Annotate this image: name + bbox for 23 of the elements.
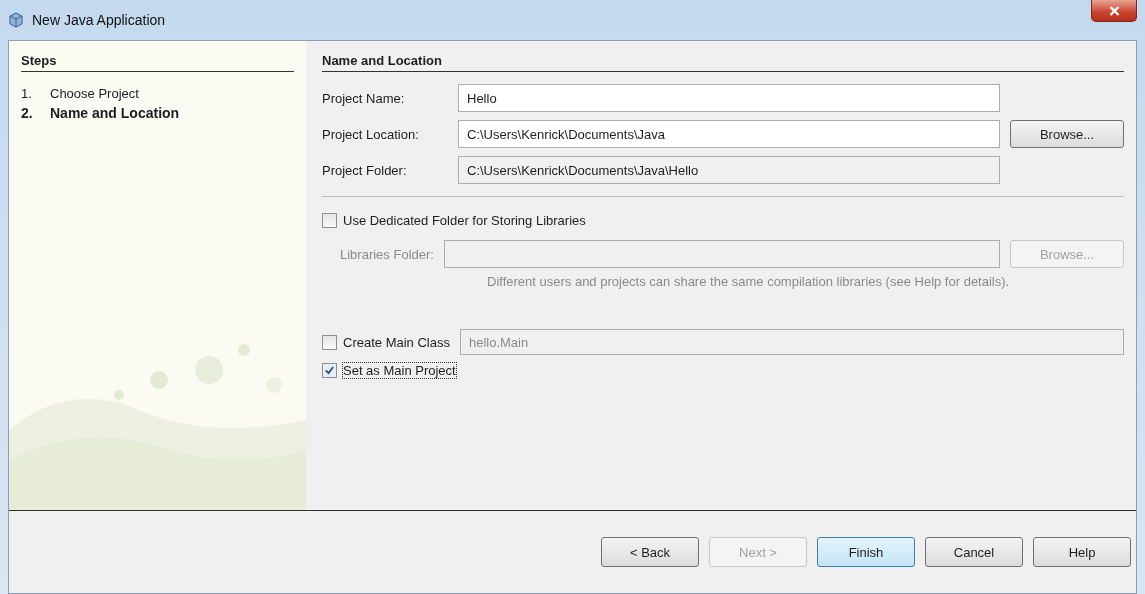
dialog-button[interactable]: < Back — [601, 537, 699, 567]
text-field[interactable]: C:\Users\Kenrick\Documents\Java — [458, 120, 1000, 148]
field-label: Project Folder: — [322, 162, 408, 178]
dialog-button[interactable]: Cancel — [925, 537, 1023, 567]
field-label: Libraries Folder: — [340, 246, 434, 262]
check-icon — [325, 366, 334, 375]
close-button[interactable] — [1091, 0, 1137, 22]
text-field[interactable]: C:\Users\Kenrick\Documents\Java\Hello — [458, 156, 1000, 184]
close-icon — [1108, 5, 1120, 16]
dialog-button[interactable]: Help — [1033, 537, 1131, 567]
text-field[interactable]: Hello — [458, 84, 1000, 112]
step-item: 1. Choose Project — [21, 85, 140, 103]
checkbox-option[interactable]: Set as Main Project — [322, 363, 1124, 378]
field-label: Project Name: — [322, 90, 406, 106]
help-text: Different users and projects can share the same compilation libraries (see Help for details). — [486, 274, 1011, 289]
window-title: New Java Application — [32, 12, 166, 28]
steps-heading: Steps — [21, 53, 294, 72]
step-item: 2. Name and Location — [21, 104, 181, 123]
dialog-button[interactable]: Finish — [817, 537, 915, 567]
browse-button[interactable]: Browse... — [1010, 120, 1124, 148]
app-icon — [8, 12, 24, 28]
section-heading: Name and Location — [322, 53, 1124, 72]
field-label: Project Location: — [322, 126, 420, 142]
